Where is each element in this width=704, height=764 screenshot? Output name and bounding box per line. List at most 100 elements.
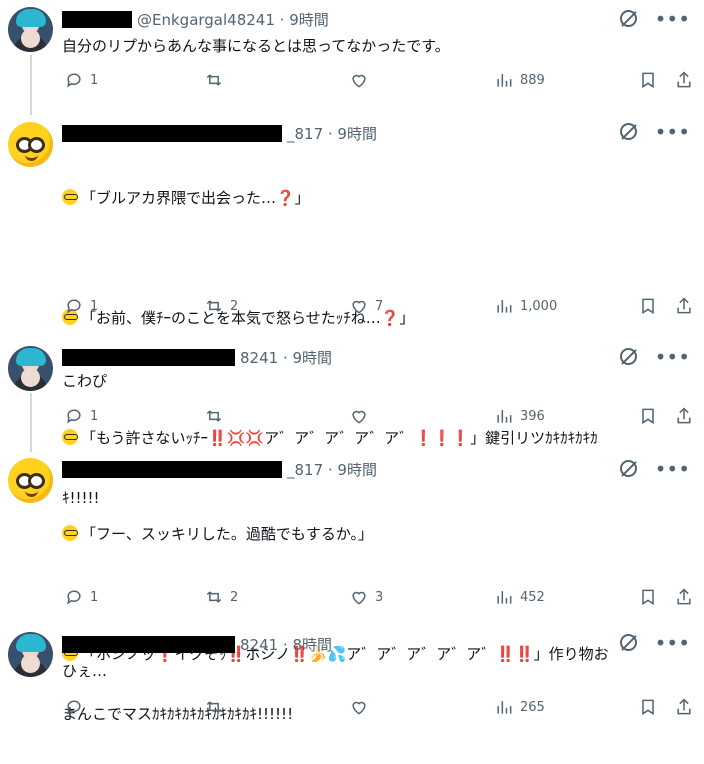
bookmark-button[interactable] — [638, 70, 658, 90]
share-button[interactable] — [674, 406, 694, 426]
reply-button[interactable] — [64, 697, 90, 717]
views-button[interactable]: 1,000 — [494, 296, 557, 316]
views-button[interactable]: 396 — [494, 406, 545, 426]
like-count: 3 — [375, 589, 384, 605]
reply-icon — [67, 409, 81, 424]
retweet-icon — [206, 300, 222, 312]
share-button[interactable] — [674, 70, 694, 90]
reply-count: 1 — [90, 589, 99, 605]
handle-time[interactable]: @Enkgargal48241 · 9時間 — [137, 9, 329, 30]
handle-time[interactable]: 8241 · 9時間 — [240, 347, 332, 368]
views-button[interactable]: 452 — [494, 587, 545, 607]
retweet-button[interactable] — [204, 697, 230, 717]
views-icon — [497, 74, 512, 87]
reply-count: 1 — [90, 72, 99, 88]
retweet-icon — [206, 74, 222, 86]
redacted-name — [62, 10, 132, 28]
tweet-actions: 265 — [64, 697, 696, 721]
bookmark-button[interactable] — [638, 406, 658, 426]
avatar[interactable] — [8, 632, 53, 677]
bookmark-icon — [642, 699, 654, 716]
reply-icon — [67, 299, 81, 314]
views-count: 452 — [520, 589, 545, 605]
tweet-header: 8241 · 9時間 — [62, 346, 332, 368]
nerd-face-icon — [16, 473, 45, 489]
handle-time[interactable]: 8241 · 8時間 — [240, 634, 332, 655]
views-button[interactable]: 265 — [494, 697, 545, 717]
retweet-button[interactable] — [204, 406, 230, 426]
bookmark-button[interactable] — [638, 587, 658, 607]
bookmark-icon — [642, 72, 654, 89]
avatar[interactable] — [8, 122, 53, 167]
bookmark-button[interactable] — [638, 697, 658, 717]
redacted-name — [62, 124, 282, 142]
grok-icon[interactable] — [619, 10, 637, 27]
retweet-button[interactable]: 2 — [204, 296, 238, 316]
grok-icon[interactable] — [619, 460, 637, 477]
like-count: 7 — [375, 298, 384, 314]
like-icon — [352, 300, 366, 314]
like-button[interactable]: 3 — [349, 587, 383, 607]
like-icon — [352, 74, 366, 88]
more-icon[interactable]: ••• — [655, 9, 690, 29]
reply-button[interactable]: 1 — [64, 70, 98, 90]
reply-button[interactable]: 1 — [64, 406, 98, 426]
like-button[interactable] — [349, 406, 375, 426]
avatar[interactable] — [8, 346, 53, 391]
share-button[interactable] — [674, 587, 694, 607]
nerd-emoji-icon — [62, 189, 78, 205]
views-count: 889 — [520, 72, 545, 88]
retweet-button[interactable]: 2 — [204, 587, 238, 607]
more-icon[interactable]: ••• — [655, 122, 690, 142]
views-button[interactable]: 889 — [494, 70, 545, 90]
retweet-icon — [206, 701, 222, 713]
like-button[interactable] — [349, 70, 375, 90]
reply-button[interactable]: 1 — [64, 296, 98, 316]
thread-line — [30, 55, 32, 115]
share-button[interactable] — [674, 296, 694, 316]
retweet-button[interactable] — [204, 70, 230, 90]
nerd-face-icon — [16, 137, 45, 153]
reply-icon — [67, 73, 81, 88]
handle-time[interactable]: _817 · 9時間 — [287, 123, 377, 144]
grok-icon[interactable] — [619, 123, 637, 140]
tweet[interactable]: _817 · 9時間 ••• 「ブルアカ界隈で出会った…❓」 「お前、僕ﾁｰのこ… — [0, 115, 704, 507]
tweet-text: ひぇ… — [62, 662, 108, 680]
thread-line — [30, 393, 32, 452]
bookmark-icon — [642, 408, 654, 425]
more-icon[interactable]: ••• — [655, 633, 690, 653]
grok-icon[interactable] — [619, 348, 637, 365]
like-button[interactable] — [349, 697, 375, 717]
avatar[interactable] — [8, 7, 53, 52]
views-icon — [497, 410, 512, 423]
tweet-actions: 1 396 — [64, 406, 696, 430]
retweet-icon — [206, 410, 222, 422]
bookmark-button[interactable] — [638, 296, 658, 316]
tweet[interactable]: _817 · 9時間 ••• 「フー、スッキリした。過酷でもするか。」 「ホシノ… — [0, 452, 704, 723]
like-icon — [352, 701, 366, 715]
redacted-name — [62, 460, 282, 478]
reply-button[interactable]: 1 — [64, 587, 98, 607]
share-button[interactable] — [674, 697, 694, 717]
tweet[interactable]: @Enkgargal48241 · 9時間 ••• 自分のリプからあんな事になる… — [0, 0, 704, 115]
grok-icon[interactable] — [619, 634, 637, 651]
more-icon[interactable]: ••• — [655, 459, 690, 479]
tweet[interactable]: 8241 · 9時間 ••• こわぴ 1 396 — [0, 340, 704, 452]
views-icon — [497, 701, 512, 714]
tweet-text: 自分のリプからあんな事になるとは思ってなかったです。 — [62, 37, 450, 55]
bookmark-icon — [642, 589, 654, 606]
tweet-actions: 1 2 3 452 — [64, 587, 696, 611]
like-button[interactable]: 7 — [349, 296, 383, 316]
avatar[interactable] — [8, 458, 53, 503]
like-icon — [352, 410, 366, 424]
redacted-name — [62, 348, 235, 366]
share-icon — [677, 71, 691, 88]
tweet[interactable]: 8241 · 8時間 ••• ひぇ… 265 — [0, 624, 704, 729]
reply-count: 1 — [90, 408, 99, 424]
share-icon — [677, 407, 691, 424]
more-icon[interactable]: ••• — [655, 347, 690, 367]
share-icon — [677, 588, 691, 605]
tweet-actions: 1 2 7 1,000 — [64, 296, 696, 320]
reply-icon — [67, 700, 81, 715]
handle-time[interactable]: _817 · 9時間 — [287, 459, 377, 480]
